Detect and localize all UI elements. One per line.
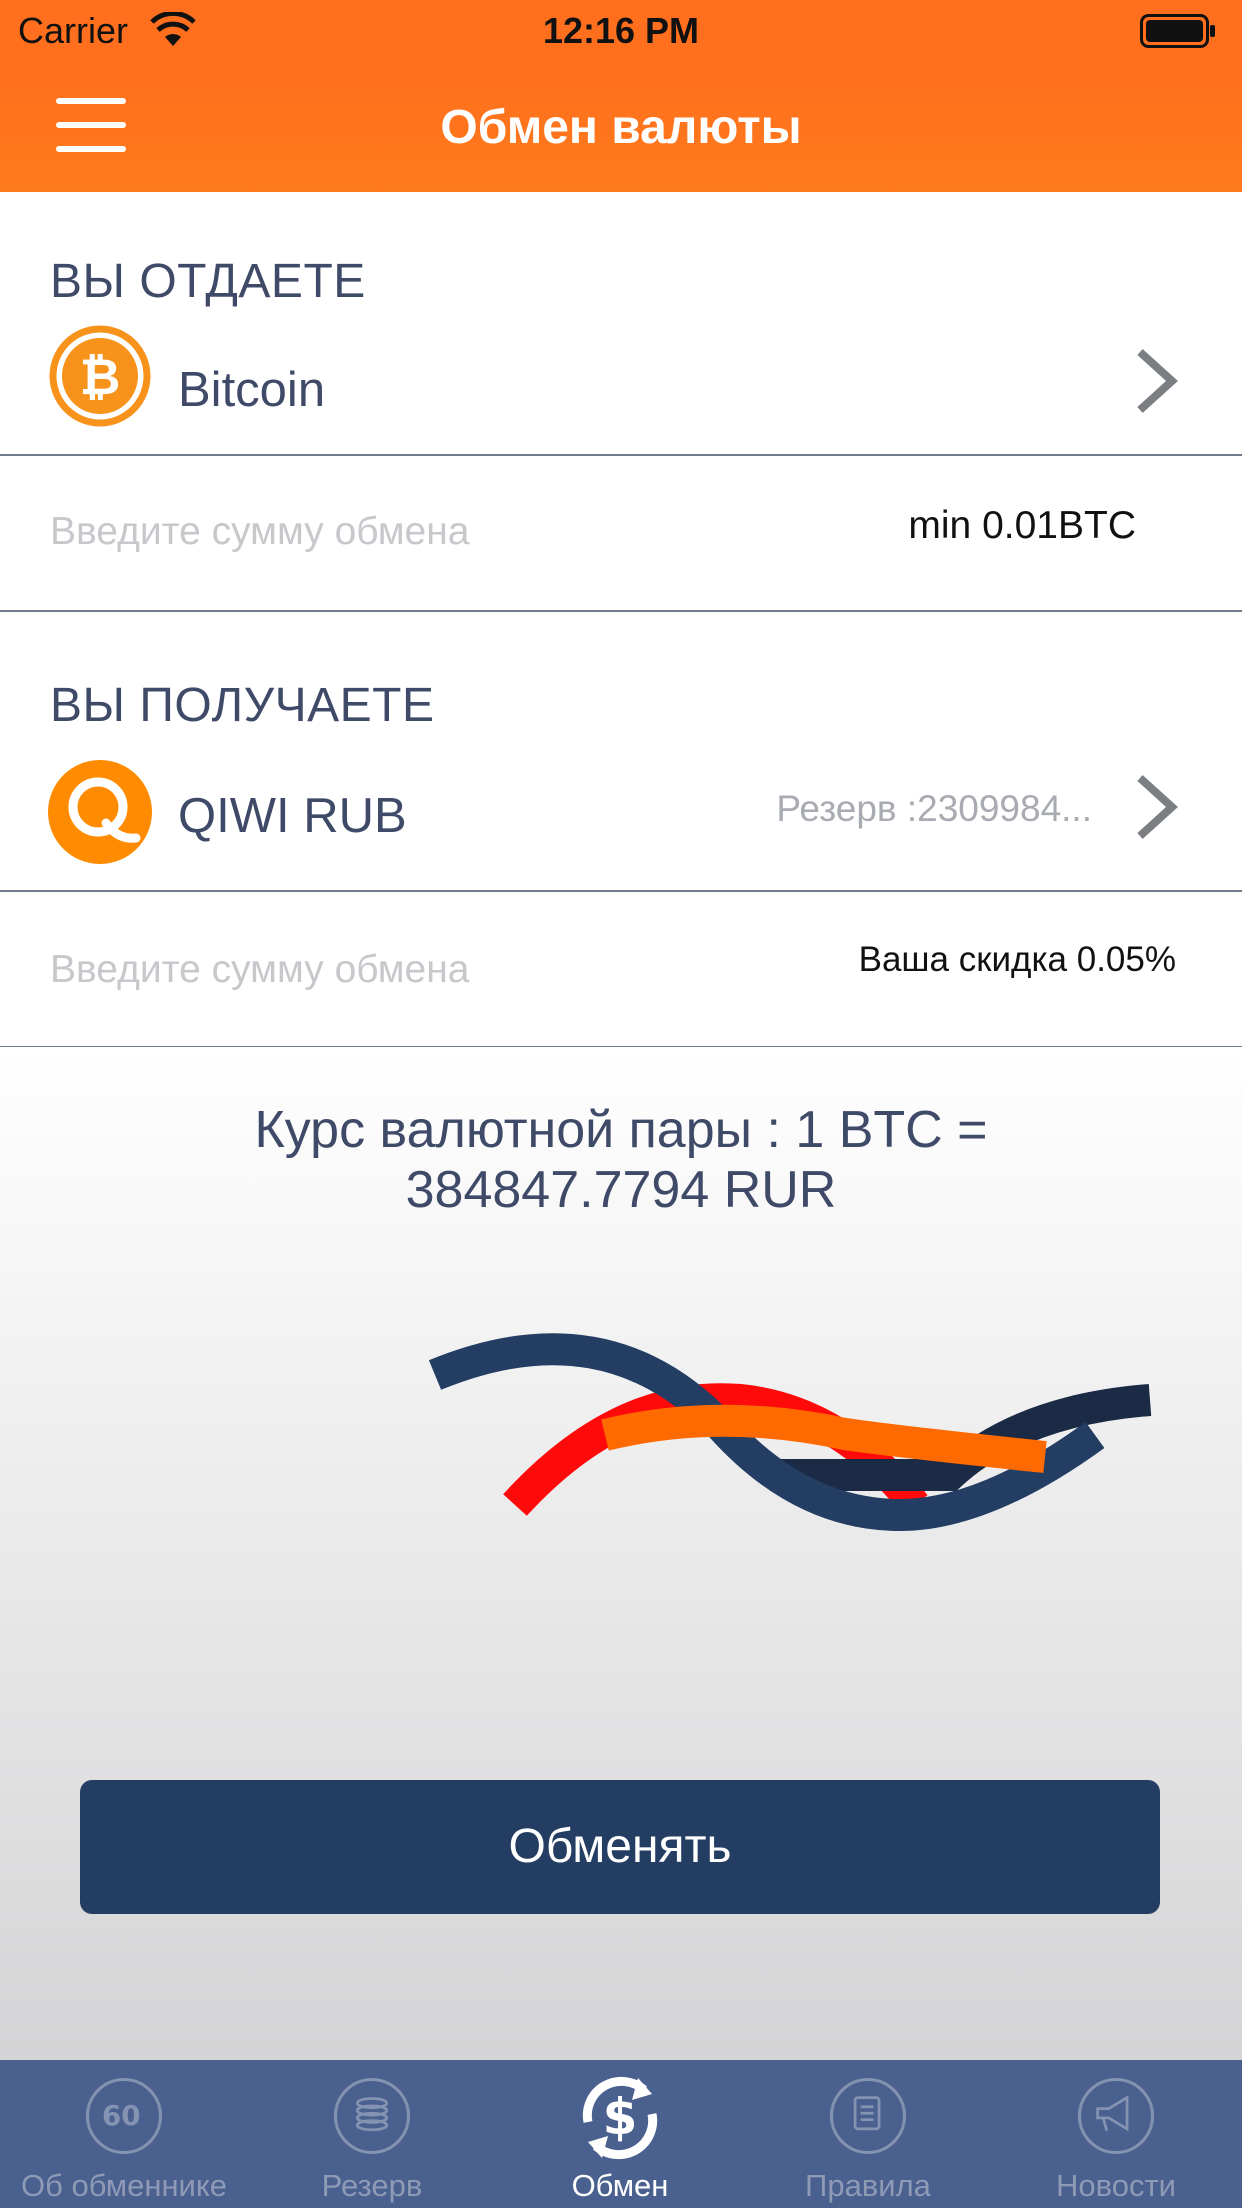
reserve-label: Резерв :2309984... bbox=[776, 788, 1092, 829]
tab-label: Об обменнике bbox=[20, 2168, 228, 2203]
tab-about[interactable]: 60 Об обменнике bbox=[0, 2060, 248, 2208]
tab-reserve[interactable]: Резерв bbox=[248, 2060, 496, 2208]
receive-amount-field[interactable]: Введите сумму обмена Ваша скидка 0.05% bbox=[0, 892, 1242, 1046]
tab-exchange[interactable]: $ Обмен bbox=[496, 2060, 744, 2208]
give-amount-input[interactable]: Введите сумму обмена bbox=[50, 510, 469, 554]
receive-label: ВЫ ПОЛУЧАЕТЕ bbox=[50, 679, 435, 732]
receive-amount-input[interactable]: Введите сумму обмена bbox=[50, 948, 469, 992]
status-time: 12:16 PM bbox=[542, 10, 700, 51]
bitcoin-icon: ₿ bbox=[49, 325, 151, 427]
receive-currency-row[interactable]: ВЫ ПОЛУЧАЕТЕ QIWI RUB Резерв :2309984... bbox=[0, 612, 1242, 890]
svg-text:₿: ₿ bbox=[80, 348, 121, 406]
give-currency-row[interactable]: ВЫ ОТДАЕТЕ ₿ Bitcoin bbox=[0, 192, 1242, 455]
give-currency-name: Bitcoin bbox=[178, 363, 326, 417]
tab-label: Резерв bbox=[321, 2168, 423, 2203]
exchange-icon: $ bbox=[582, 2076, 658, 2160]
status-bar: Carrier 12:16 PM bbox=[0, 0, 1242, 62]
chevron-right-icon[interactable] bbox=[1132, 772, 1180, 842]
exchange-button[interactable]: Обменять bbox=[80, 1780, 1160, 1914]
coins-icon bbox=[334, 2078, 410, 2154]
rate-line-1: Курс валютной пары : 1 BTC = bbox=[254, 1101, 988, 1159]
tab-label: Новости bbox=[1055, 2168, 1176, 2203]
qiwi-icon bbox=[48, 760, 152, 864]
tab-bar: 60 Об обменнике Резерв $ Обмен Правила Н… bbox=[0, 2060, 1242, 2208]
discount-label: Ваша скидка 0.05% bbox=[858, 940, 1176, 979]
svg-text:60: 60 bbox=[102, 2099, 140, 2132]
rate-line-2: 384847.7794 RUR bbox=[405, 1161, 837, 1219]
receive-currency-name: QIWI RUB bbox=[178, 789, 407, 843]
page-title: Обмен валюты bbox=[440, 101, 802, 154]
about-icon: 60 bbox=[86, 2078, 162, 2154]
give-label: ВЫ ОТДАЕТЕ bbox=[50, 255, 366, 308]
chevron-right-icon[interactable] bbox=[1132, 346, 1180, 416]
nav-bar: Обмен валюты bbox=[0, 62, 1242, 192]
tab-news[interactable]: Новости bbox=[992, 2060, 1240, 2208]
tab-label: Обмен bbox=[571, 2168, 669, 2203]
give-min-label: min 0.01BTC bbox=[908, 504, 1136, 547]
tab-rules[interactable]: Правила bbox=[744, 2060, 992, 2208]
svg-text:$: $ bbox=[603, 2088, 638, 2146]
battery-icon bbox=[1140, 14, 1215, 48]
exchange-rate: Курс валютной пары : 1 BTC = 384847.7794… bbox=[0, 1100, 1242, 1220]
megaphone-icon bbox=[1078, 2078, 1154, 2154]
rules-icon bbox=[830, 2078, 906, 2154]
brand-logo bbox=[428, 1333, 1152, 1532]
give-amount-field[interactable]: Введите сумму обмена min 0.01BTC bbox=[0, 456, 1242, 610]
tab-label: Правила bbox=[805, 2168, 931, 2203]
